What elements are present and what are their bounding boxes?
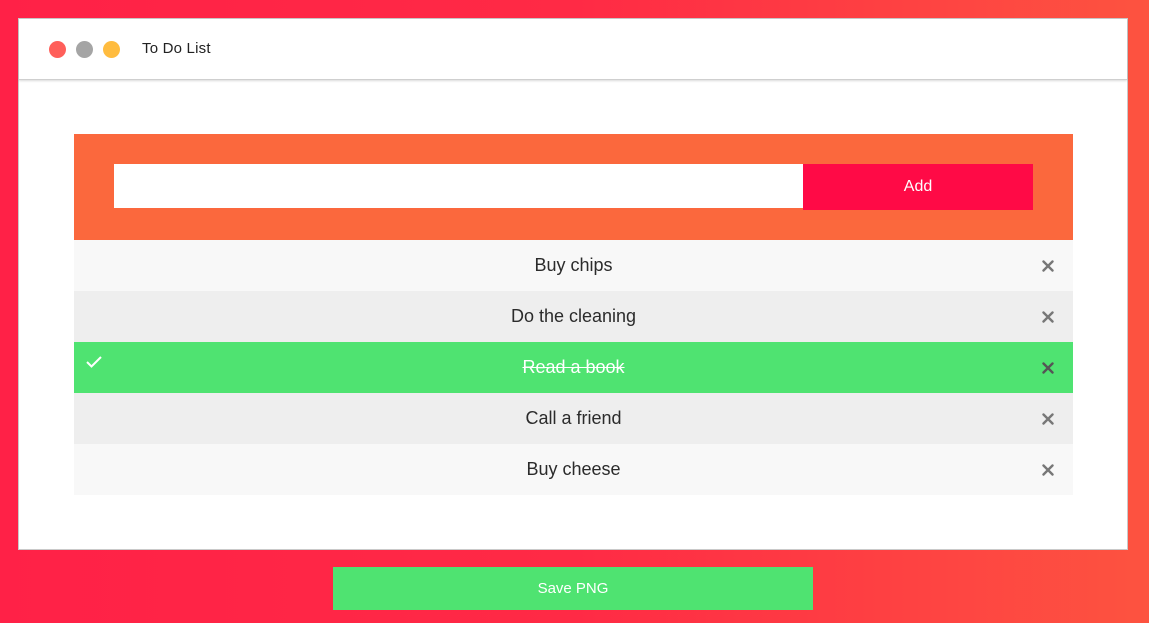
task-item[interactable]: Buy chips	[74, 240, 1073, 291]
add-button[interactable]: Add	[803, 164, 1033, 210]
title-bar: To Do List	[19, 19, 1127, 80]
task-item[interactable]: Read a book	[74, 342, 1073, 393]
close-icon[interactable]	[1037, 291, 1059, 342]
close-icon[interactable]	[1037, 393, 1059, 444]
window-minimize-dot[interactable]	[76, 41, 93, 58]
task-list: Buy chips Do the cleaning Read a book Call …	[74, 240, 1073, 495]
window-maximize-dot[interactable]	[103, 41, 120, 58]
task-label: Do the cleaning	[510, 306, 637, 326]
task-label: Read a book	[522, 357, 625, 377]
checkmark-icon	[86, 342, 102, 382]
window-close-dot[interactable]	[49, 41, 66, 58]
app-window: To Do List Add Buy chips Do the cleaning R…	[18, 18, 1128, 550]
task-label: Call a friend	[525, 408, 622, 428]
close-icon[interactable]	[1037, 444, 1059, 495]
task-item[interactable]: Buy cheese	[74, 444, 1073, 495]
task-item[interactable]: Call a friend	[74, 393, 1073, 444]
todo-container: Add Buy chips Do the cleaning Read a book C…	[74, 134, 1073, 495]
close-icon[interactable]	[1037, 240, 1059, 291]
task-label: Buy cheese	[526, 459, 621, 479]
input-panel: Add	[74, 134, 1073, 240]
task-item[interactable]: Do the cleaning	[74, 291, 1073, 342]
save-png-button[interactable]: Save PNG	[333, 567, 813, 610]
window-title: To Do List	[142, 40, 211, 57]
close-icon[interactable]	[1037, 342, 1059, 393]
task-input[interactable]	[114, 164, 803, 208]
task-label: Buy chips	[534, 255, 613, 275]
